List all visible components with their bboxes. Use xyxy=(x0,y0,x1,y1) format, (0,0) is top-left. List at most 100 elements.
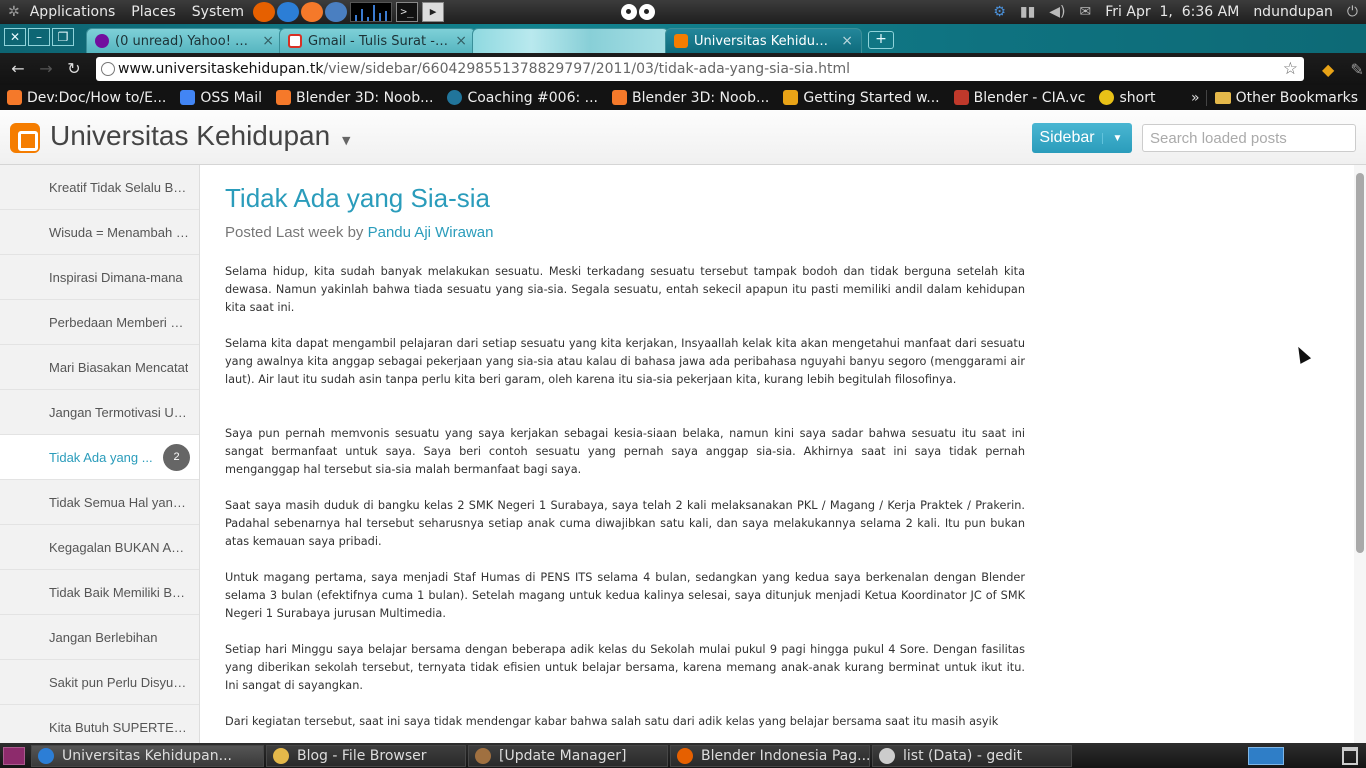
bookmark-item[interactable]: Coaching #006: ... xyxy=(440,90,605,106)
package-icon xyxy=(475,747,491,764)
url-host: www.universitaskehidupan.tk xyxy=(118,61,324,77)
bookmark-item[interactable]: Dev:Doc/How to/E... xyxy=(0,90,173,106)
post-paragraph: Selama kita dapat mengambil pelajaran da… xyxy=(225,337,1025,386)
sidebar-item[interactable]: Wisuda = Menambah P... xyxy=(0,210,199,255)
taskbar-item[interactable]: Universitas Kehidupan... xyxy=(31,744,264,767)
sidebar-item-label: Jangan Termotivasi Uang xyxy=(49,404,189,420)
wordpress-icon xyxy=(447,90,463,105)
blogger-logo-icon[interactable] xyxy=(10,123,40,153)
blogger-icon xyxy=(674,34,688,48)
tab-gmail[interactable]: Gmail - Tulis Surat - n... × xyxy=(279,28,476,53)
window-maximize-icon[interactable]: ❐ xyxy=(52,27,74,46)
tab-blurred[interactable] xyxy=(472,28,669,53)
tab-close-icon[interactable]: × xyxy=(455,33,467,49)
update-notifier-icon[interactable]: ⚙ xyxy=(993,4,1006,20)
chevron-down-icon[interactable]: ▼ xyxy=(1102,132,1132,144)
show-desktop-button[interactable] xyxy=(3,746,25,765)
sidebar-item[interactable]: Kita Butuh SUPERTEA... xyxy=(0,705,199,743)
network-icon[interactable]: ▮▮ xyxy=(1020,4,1035,20)
sidebar-item[interactable]: Kreatif Tidak Selalu Ba... xyxy=(0,165,199,210)
screenshot-launcher-icon[interactable]: ▶ xyxy=(422,2,444,22)
bookmark-item[interactable]: Blender - CIA.vc xyxy=(947,90,1093,106)
post-author-link[interactable]: Pandu Aji Wirawan xyxy=(368,224,494,241)
sidebar-item-label: Tidak Ada yang ... xyxy=(49,449,153,465)
post-paragraph: Untuk magang pertama, saya menjadi Staf … xyxy=(225,571,1025,620)
bee-icon xyxy=(1099,90,1115,105)
page-scrollbar[interactable] xyxy=(1354,165,1366,743)
window-list: Universitas Kehidupan... Blog - File Brow… xyxy=(31,744,1074,767)
blog-title[interactable]: Universitas Kehidupan xyxy=(50,120,330,152)
sidebar-item[interactable]: Jangan Berlebihan xyxy=(0,615,199,660)
view-selector-button[interactable]: Sidebar ▼ xyxy=(1032,123,1132,153)
tab-title: (0 unread) Yahoo! Ma... xyxy=(115,33,257,49)
sidebar-item-label: Kita Butuh SUPERTEA... xyxy=(49,719,189,735)
sidebar-item[interactable]: Tidak Semua Hal yang ... xyxy=(0,480,199,525)
post-sidebar: Kreatif Tidak Selalu Ba... Wisuda = Menam… xyxy=(0,165,200,743)
bookmark-item[interactable]: OSS Mail xyxy=(173,90,269,106)
back-icon[interactable]: ← xyxy=(6,57,30,81)
post-body: Selama hidup, kita sudah banyak melakuka… xyxy=(225,263,1025,743)
bookmark-label: short xyxy=(1119,89,1156,106)
new-tab-button[interactable]: + xyxy=(868,31,894,49)
address-bar[interactable]: www.universitaskehidupan.tk/view/sidebar… xyxy=(96,57,1304,81)
bottom-panel: Universitas Kehidupan... Blog - File Brow… xyxy=(0,743,1366,768)
taskbar-item[interactable]: Blender Indonesia Pag... xyxy=(670,744,870,767)
chrome-launcher-icon[interactable] xyxy=(277,2,299,22)
user-menu[interactable]: ndundupan xyxy=(1253,4,1333,20)
blender-launcher-icon[interactable] xyxy=(301,2,323,22)
firefox-launcher-icon[interactable] xyxy=(253,2,275,22)
taskbar-item-label: [Update Manager] xyxy=(499,747,627,764)
comment-count-badge[interactable]: 2 xyxy=(163,444,190,471)
mail-icon[interactable]: ✉ xyxy=(1080,4,1092,20)
sidebar-item[interactable]: Sakit pun Perlu Disyukuri xyxy=(0,660,199,705)
reload-icon[interactable]: ↻ xyxy=(62,57,86,81)
scrollbar-thumb[interactable] xyxy=(1356,173,1364,553)
ubuntu-logo-icon[interactable]: ✲ xyxy=(0,0,22,24)
workspace-switcher[interactable] xyxy=(1248,746,1284,765)
bookmark-item[interactable]: Getting Started w... xyxy=(776,90,946,106)
clock[interactable]: Fri Apr 1, 6:36 AM xyxy=(1105,4,1239,20)
taskbar-item[interactable]: list (Data) - gedit xyxy=(872,744,1072,767)
sidebar-item[interactable]: Jangan Termotivasi Uang xyxy=(0,390,199,435)
sidebar-item[interactable]: Inspirasi Dimana-mana xyxy=(0,255,199,300)
sidebar-item[interactable]: Tidak Baik Memiliki Ba... xyxy=(0,570,199,615)
tab-close-icon[interactable]: × xyxy=(262,33,274,49)
extension-icon[interactable]: ◆ xyxy=(1322,60,1334,79)
browser-toolbar: ← → ↻ www.universitaskehidupan.tk/view/s… xyxy=(0,53,1366,85)
sidebar-item[interactable]: Mari Biasakan Mencatat xyxy=(0,345,199,390)
other-bookmarks[interactable]: Other Bookmarks xyxy=(1205,89,1366,106)
sidebar-item[interactable]: Kegagalan BUKAN Akh... xyxy=(0,525,199,570)
menu-places[interactable]: Places xyxy=(123,0,184,24)
bookmark-item[interactable]: Blender 3D: Noob... xyxy=(605,90,776,106)
system-monitor-graph[interactable] xyxy=(350,2,392,22)
trash-icon[interactable] xyxy=(1342,746,1358,765)
sidebar-item[interactable]: Perbedaan Memberi Ke... xyxy=(0,300,199,345)
terminal-launcher-icon[interactable]: >_ xyxy=(396,2,418,22)
search-input[interactable] xyxy=(1142,124,1356,152)
volume-icon[interactable]: ◀) xyxy=(1049,4,1065,20)
wrench-icon[interactable]: ✎ xyxy=(1350,60,1363,79)
tab-yahoo-mail[interactable]: (0 unread) Yahoo! Ma... × xyxy=(86,28,283,53)
window-minimize-icon[interactable]: – xyxy=(28,27,50,46)
power-icon[interactable]: ⏻ xyxy=(1347,4,1358,20)
taskbar-item-label: Universitas Kehidupan... xyxy=(62,747,232,764)
top-panel: ✲ Applications Places System >_ ▶ ⚙ ▮▮ ◀… xyxy=(0,0,1366,24)
taskbar-item[interactable]: [Update Manager] xyxy=(468,744,668,767)
window-close-icon[interactable]: ✕ xyxy=(4,27,26,46)
taskbar-item[interactable]: Blog - File Browser xyxy=(266,744,466,767)
bookmarks-overflow-button[interactable]: » xyxy=(1185,90,1206,106)
forward-icon[interactable]: → xyxy=(34,57,58,81)
tab-close-icon[interactable]: × xyxy=(841,33,853,49)
post-paragraph: Setiap hari Minggu saya belajar bersama … xyxy=(225,643,1025,692)
bookmark-item[interactable]: Blender 3D: Noob... xyxy=(269,90,440,106)
bookmark-star-icon[interactable]: ☆ xyxy=(1283,59,1298,79)
chevron-down-icon[interactable]: ▼ xyxy=(342,134,350,147)
globe-icon xyxy=(101,62,115,76)
menu-system[interactable]: System xyxy=(184,0,252,24)
menu-applications[interactable]: Applications xyxy=(22,0,124,24)
bookmark-item[interactable]: short xyxy=(1092,90,1162,106)
tab-universitas-kehidupan[interactable]: Universitas Kehidupan × xyxy=(665,28,862,53)
thunderbird-launcher-icon[interactable] xyxy=(325,2,347,22)
tab-title: Gmail - Tulis Surat - n... xyxy=(308,33,450,49)
sidebar-item[interactable]: Tidak Ada yang ... 2 xyxy=(0,435,199,480)
